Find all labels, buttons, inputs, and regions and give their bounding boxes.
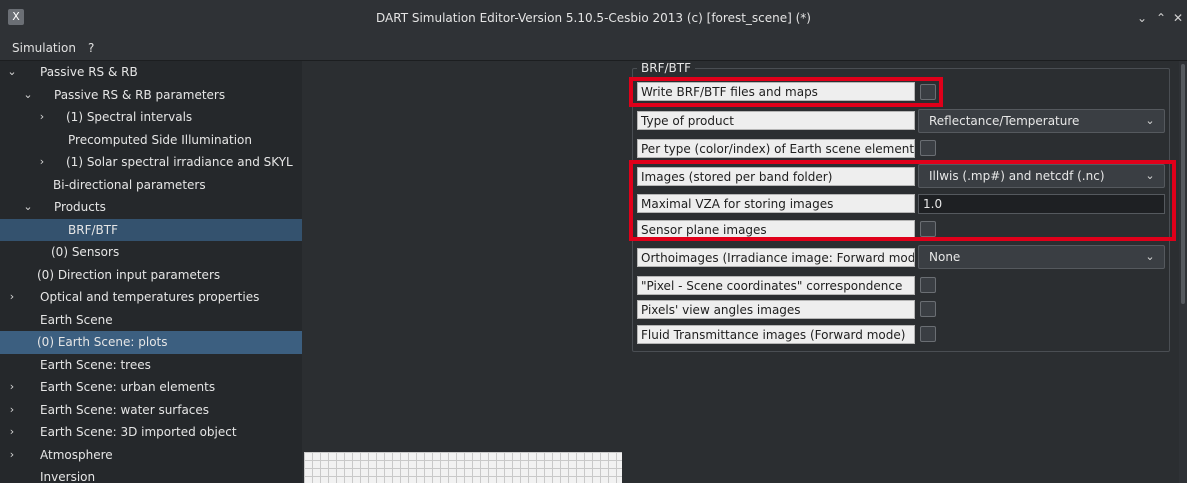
window-title: DART Simulation Editor-Version 5.10.5-Ce… — [376, 11, 811, 25]
write-brf-checkbox[interactable] — [920, 84, 936, 100]
tree-item-atmosphere[interactable]: › Atmosphere — [0, 444, 302, 467]
chevron-down-icon: ⌄ — [1145, 114, 1155, 127]
maximize-icon[interactable]: ⌃ — [1153, 10, 1169, 26]
tree-item-label: Optical and temperatures properties — [40, 290, 260, 304]
tree-item-label: Earth Scene: urban elements — [40, 380, 216, 394]
tree-item-label: Passive RS & RB — [40, 65, 138, 79]
preview-area — [302, 61, 629, 483]
tree-item-label: BRF/BTF — [68, 222, 118, 237]
menu-help[interactable]: ? — [88, 37, 94, 60]
chevron-right-icon[interactable]: › — [36, 151, 48, 174]
tree-view[interactable]: ⌄ Passive RS & RB ⌄ Passive RS & RB para… — [0, 61, 302, 483]
tree-item-label: (1) Spectral intervals — [66, 110, 193, 124]
per-type-checkbox[interactable] — [920, 140, 936, 156]
menu-bar: Simulation ? — [0, 37, 1187, 61]
orthoimages-value: None — [929, 250, 961, 264]
pixel-scene-label: "Pixel - Scene coordinates" corresponden… — [637, 276, 915, 295]
tree-item-label: Products — [54, 200, 106, 214]
max-vza-label: Maximal VZA for storing images — [637, 194, 915, 213]
tree-item-earth-scene-plots[interactable]: (0) Earth Scene: plots — [0, 331, 302, 354]
tree-item-solar-spectral-irradiance[interactable]: › (1) Solar spectral irradiance and SKYL — [0, 151, 302, 174]
chevron-right-icon[interactable]: › — [36, 106, 48, 129]
tree-item-label: Passive RS & RB parameters — [54, 87, 226, 102]
orthoimages-select[interactable]: None ⌄ — [918, 245, 1165, 269]
tree-item-label: Precomputed Side Illumination — [68, 132, 252, 147]
title-bar: X DART Simulation Editor-Version 5.10.5-… — [0, 0, 1187, 38]
tree-item-label: (0) Sensors — [51, 245, 120, 259]
per-type-label: Per type (color/index) of Earth scene el… — [637, 139, 915, 158]
pixel-scene-checkbox[interactable] — [920, 277, 936, 293]
chevron-right-icon[interactable]: › — [6, 444, 18, 467]
chevron-right-icon[interactable]: › — [6, 399, 18, 422]
sensor-plane-label: Sensor plane images — [637, 220, 915, 239]
type-of-product-value: Reflectance/Temperature — [929, 114, 1080, 128]
tree-item-earth-scene[interactable]: Earth Scene — [0, 309, 302, 332]
tree-item-label: Earth Scene: water surfaces — [40, 402, 210, 417]
tree-item-label: (0) Earth Scene: plots — [37, 335, 168, 349]
tree-item-label: Bi-directional parameters — [53, 177, 206, 192]
chevron-down-icon[interactable]: ⌄ — [6, 61, 18, 84]
images-format-value: Illwis (.mp#) and netcdf (.nc) — [929, 169, 1105, 183]
type-of-product-select[interactable]: Reflectance/Temperature ⌄ — [918, 109, 1165, 133]
tree-item-direction-input-parameters[interactable]: (0) Direction input parameters — [0, 264, 302, 287]
fluid-transmittance-label: Fluid Transmittance images (Forward mode… — [637, 325, 915, 344]
close-icon[interactable]: ✕ — [1170, 10, 1186, 26]
tree-item-earth-scene-water[interactable]: › Earth Scene: water surfaces — [0, 399, 302, 422]
tree-item-label: Atmosphere — [40, 447, 113, 462]
tree-item-label: Earth Scene — [40, 312, 113, 327]
type-of-product-label: Type of product — [637, 111, 915, 130]
scene-grid-preview — [304, 452, 622, 483]
chevron-right-icon[interactable]: › — [6, 376, 18, 399]
scrollbar-thumb[interactable] — [1181, 64, 1185, 304]
chevron-down-icon[interactable]: ⌄ — [22, 196, 34, 219]
chevron-down-icon: ⌄ — [1145, 250, 1155, 263]
menu-simulation[interactable]: Simulation — [12, 37, 76, 60]
tree-item-optical-temperature-properties[interactable]: › Optical and temperatures properties — [0, 286, 302, 309]
pixels-view-angles-checkbox[interactable] — [920, 301, 936, 317]
tree-item-precomputed-side-illumination[interactable]: Precomputed Side Illumination — [0, 129, 302, 152]
orthoimages-label: Orthoimages (Irradiance image: Forward m… — [637, 248, 915, 267]
tree-item-spectral-intervals[interactable]: › (1) Spectral intervals — [0, 106, 302, 129]
images-format-select[interactable]: Illwis (.mp#) and netcdf (.nc) ⌄ — [918, 164, 1165, 188]
pixels-view-angles-label: Pixels' view angles images — [637, 300, 915, 319]
chevron-right-icon[interactable]: › — [6, 421, 18, 444]
tree-item-earth-scene-trees[interactable]: Earth Scene: trees — [0, 354, 302, 377]
tree-item-inversion[interactable]: Inversion — [0, 466, 302, 483]
tree-item-products[interactable]: ⌄ Products — [0, 196, 302, 219]
tree-item-sensors[interactable]: (0) Sensors — [0, 241, 302, 264]
chevron-down-icon[interactable]: ⌄ — [22, 84, 34, 107]
tree-item-label: (0) Direction input parameters — [37, 267, 221, 282]
tree-item-label: Earth Scene: trees — [40, 357, 151, 372]
tree-item-earth-scene-3d-object[interactable]: › Earth Scene: 3D imported object — [0, 421, 302, 444]
minimize-icon[interactable]: ⌄ — [1134, 10, 1150, 26]
tree-item-label: Inversion — [40, 470, 96, 483]
tree-item-bidirectional-parameters[interactable]: Bi-directional parameters — [0, 174, 302, 197]
tree-item-passive-rs-rb[interactable]: ⌄ Passive RS & RB — [0, 61, 302, 84]
tree-item-passive-rs-rb-parameters[interactable]: ⌄ Passive RS & RB parameters — [0, 84, 302, 107]
chevron-right-icon[interactable]: › — [6, 286, 18, 309]
tree-item-label: Earth Scene: 3D imported object — [40, 425, 237, 439]
chevron-down-icon: ⌄ — [1145, 169, 1155, 182]
sensor-plane-checkbox[interactable] — [920, 221, 936, 237]
write-brf-label: Write BRF/BTF files and maps — [637, 82, 915, 101]
fluid-transmittance-checkbox[interactable] — [920, 326, 936, 342]
group-title: BRF/BTF — [637, 61, 695, 75]
tree-item-brf-btf[interactable]: BRF/BTF — [0, 218, 302, 241]
tree-item-earth-scene-urban[interactable]: › Earth Scene: urban elements — [0, 376, 302, 399]
max-vza-input[interactable]: 1.0 — [918, 194, 1165, 214]
tree-item-label: (1) Solar spectral irradiance and SKYL — [66, 155, 293, 169]
images-label: Images (stored per band folder) — [637, 167, 915, 186]
